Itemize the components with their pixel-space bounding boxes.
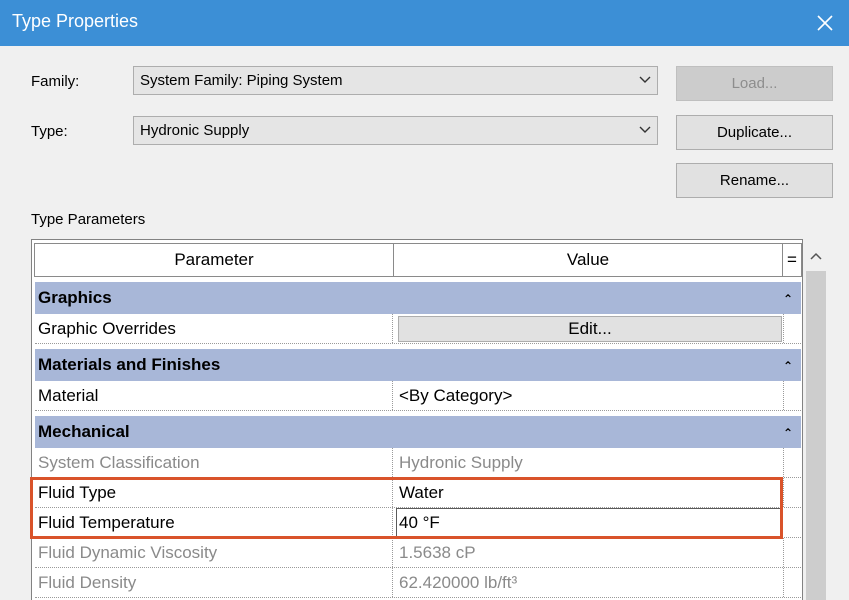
window-title: Type Properties: [12, 11, 139, 31]
param-name: Fluid Type: [35, 478, 393, 507]
load-button[interactable]: Load...: [676, 66, 833, 101]
group-materials-and-finishes[interactable]: Materials and Finishes ⌃: [35, 349, 801, 381]
column-header-parameter[interactable]: Parameter: [34, 243, 394, 277]
chevron-up-icon: [810, 252, 822, 260]
param-name: Fluid Dynamic Viscosity: [35, 538, 393, 567]
collapse-icon[interactable]: ⌃: [783, 284, 793, 315]
type-value: Hydronic Supply: [140, 122, 250, 139]
group-mechanical[interactable]: Mechanical ⌃: [35, 416, 801, 448]
param-value[interactable]: Water: [396, 478, 784, 507]
duplicate-button[interactable]: Duplicate...: [676, 115, 833, 150]
rename-button[interactable]: Rename...: [676, 163, 833, 198]
type-dropdown[interactable]: Hydronic Supply: [133, 116, 658, 145]
param-name: System Classification: [35, 448, 393, 477]
row-system-classification[interactable]: System Classification Hydronic Supply: [35, 448, 802, 478]
param-value[interactable]: <By Category>: [396, 381, 784, 410]
param-name: Fluid Temperature: [35, 508, 393, 537]
scroll-up-button[interactable]: [803, 241, 829, 271]
param-name: Material: [35, 381, 393, 410]
type-parameters-grid: Parameter Value = Graphics ⌃ Graphic Ove…: [31, 239, 803, 600]
scroll-thumb[interactable]: [806, 271, 826, 600]
family-value: System Family: Piping System: [140, 72, 343, 89]
param-value: 62.420000 lb/ft³: [396, 568, 784, 597]
edit-graphic-overrides-button[interactable]: Edit...: [398, 316, 782, 342]
type-label: Type:: [31, 123, 68, 140]
param-value: 1.5638 cP: [396, 538, 784, 567]
param-value[interactable]: 40 °F: [396, 508, 784, 537]
chevron-down-icon: [639, 126, 651, 133]
family-dropdown[interactable]: System Family: Piping System: [133, 66, 658, 95]
row-graphic-overrides[interactable]: Graphic Overrides Edit...: [35, 314, 802, 344]
group-label: Mechanical: [38, 422, 130, 441]
row-fluid-density[interactable]: Fluid Density 62.420000 lb/ft³: [35, 568, 802, 598]
param-name: Fluid Density: [35, 568, 393, 597]
collapse-icon[interactable]: ⌃: [783, 418, 793, 449]
family-label: Family:: [31, 73, 80, 90]
group-graphics[interactable]: Graphics ⌃: [35, 282, 801, 314]
row-fluid-type[interactable]: Fluid Type Water: [35, 478, 802, 508]
close-button[interactable]: [800, 0, 849, 46]
collapse-icon[interactable]: ⌃: [783, 351, 793, 382]
type-parameters-label: Type Parameters: [31, 211, 146, 228]
group-label: Materials and Finishes: [38, 355, 221, 374]
chevron-down-icon: [639, 76, 651, 83]
row-fluid-dynamic-viscosity[interactable]: Fluid Dynamic Viscosity 1.5638 cP: [35, 538, 802, 568]
grid-scrollbar[interactable]: [803, 241, 829, 600]
group-label: Graphics: [38, 288, 112, 307]
title-bar: Type Properties: [0, 0, 849, 46]
param-value: Hydronic Supply: [396, 448, 784, 477]
param-name: Graphic Overrides: [35, 314, 393, 343]
close-icon: [816, 15, 833, 31]
column-header-sort[interactable]: =: [782, 243, 802, 277]
column-header-value[interactable]: Value: [393, 243, 783, 277]
row-fluid-temperature[interactable]: Fluid Temperature 40 °F: [35, 508, 802, 538]
row-material[interactable]: Material <By Category>: [35, 381, 802, 411]
